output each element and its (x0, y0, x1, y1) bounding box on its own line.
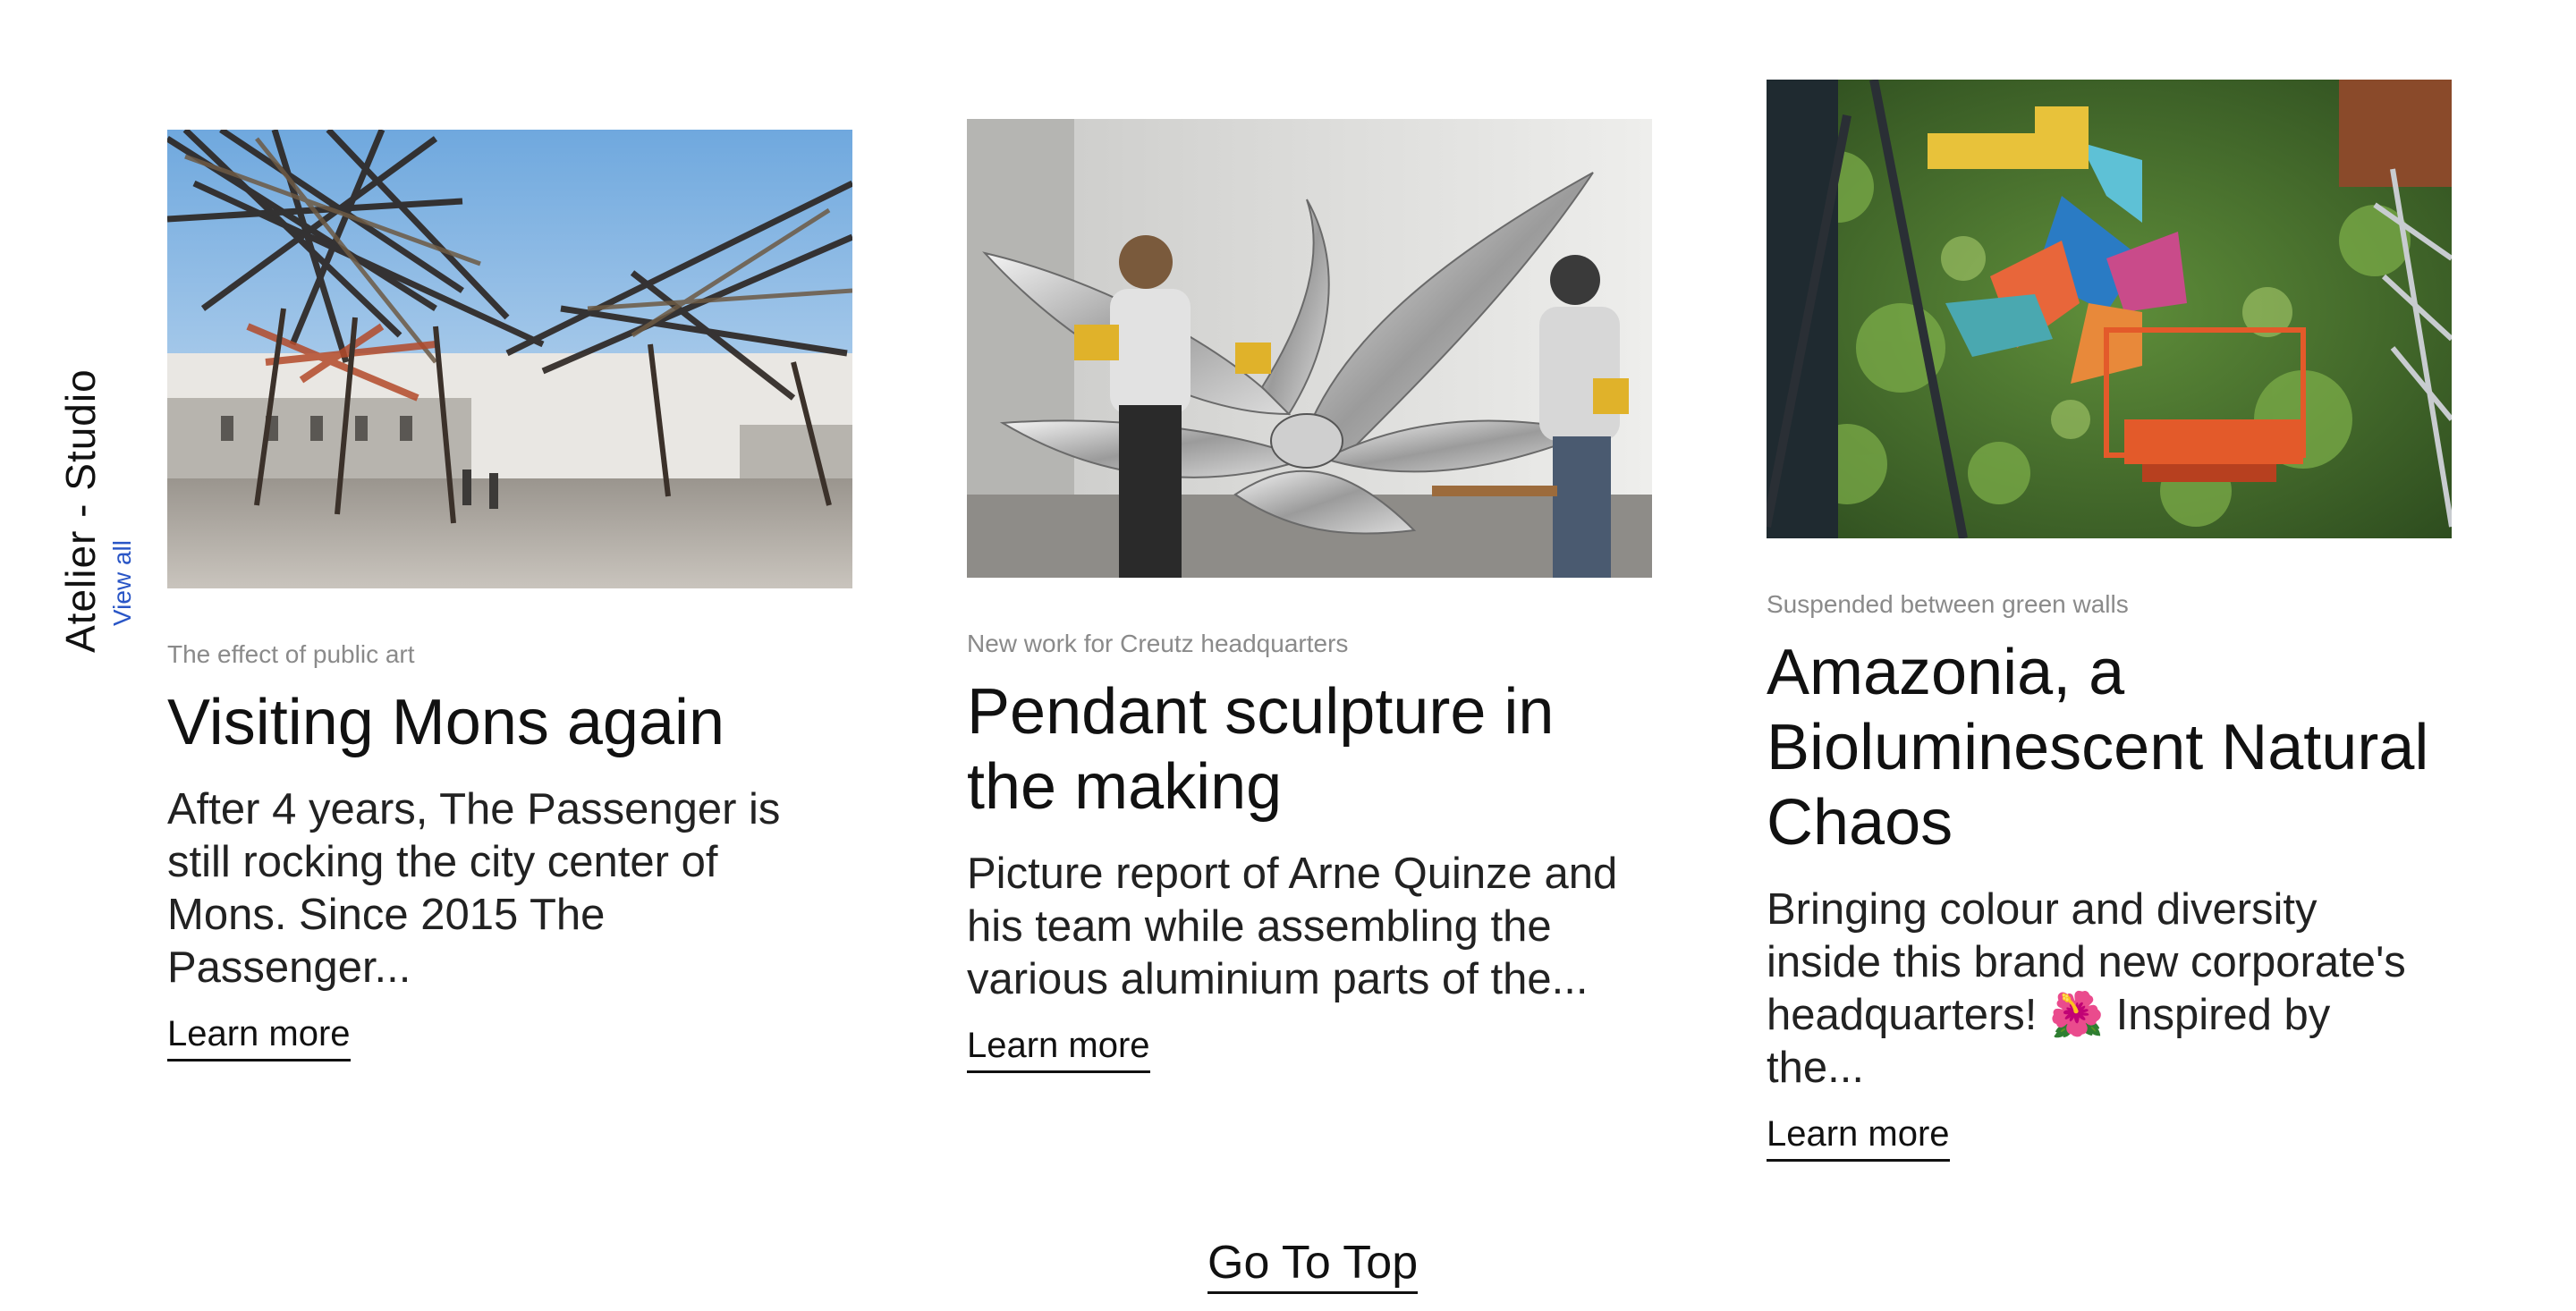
section-title: Atelier - Studio (57, 368, 104, 653)
article-excerpt: Bringing colour and diversity inside thi… (1767, 885, 2406, 1092)
article-eyebrow: Suspended between green walls (1767, 590, 2129, 618)
page: Atelier - Studio View all The effect of … (0, 0, 2576, 1311)
article-title[interactable]: Pendant sculpture in the making (967, 674, 1656, 825)
article-title[interactable]: Visiting Mons again (167, 685, 856, 760)
article-eyebrow: The effect of public art (167, 640, 415, 668)
view-all-link[interactable]: View all (107, 540, 138, 626)
section-heading: Atelier - Studio View all (54, 295, 138, 653)
article-card: The effect of public art Visiting Mons a… (167, 130, 856, 1061)
article-card: Suspended between green walls Amazonia, … (1767, 80, 2455, 1162)
learn-more-link[interactable]: Learn more (967, 1024, 1150, 1073)
article-image-amazonia[interactable] (1767, 80, 2452, 538)
article-image-mons[interactable] (167, 130, 852, 588)
article-card: New work for Creutz headquarters Pendant… (967, 119, 1656, 1073)
article-title[interactable]: Amazonia, a Bioluminescent Natural Chaos (1767, 635, 2455, 860)
learn-more-link[interactable]: Learn more (1767, 1112, 1950, 1162)
article-image-creutz[interactable] (967, 119, 1652, 578)
article-eyebrow: New work for Creutz headquarters (967, 630, 1349, 657)
article-excerpt: Picture report of Arne Quinze and his te… (967, 850, 1618, 1003)
article-excerpt: After 4 years, The Passenger is still ro… (167, 785, 781, 992)
learn-more-link[interactable]: Learn more (167, 1012, 351, 1061)
go-to-top-link[interactable]: Go To Top (1208, 1236, 1419, 1294)
